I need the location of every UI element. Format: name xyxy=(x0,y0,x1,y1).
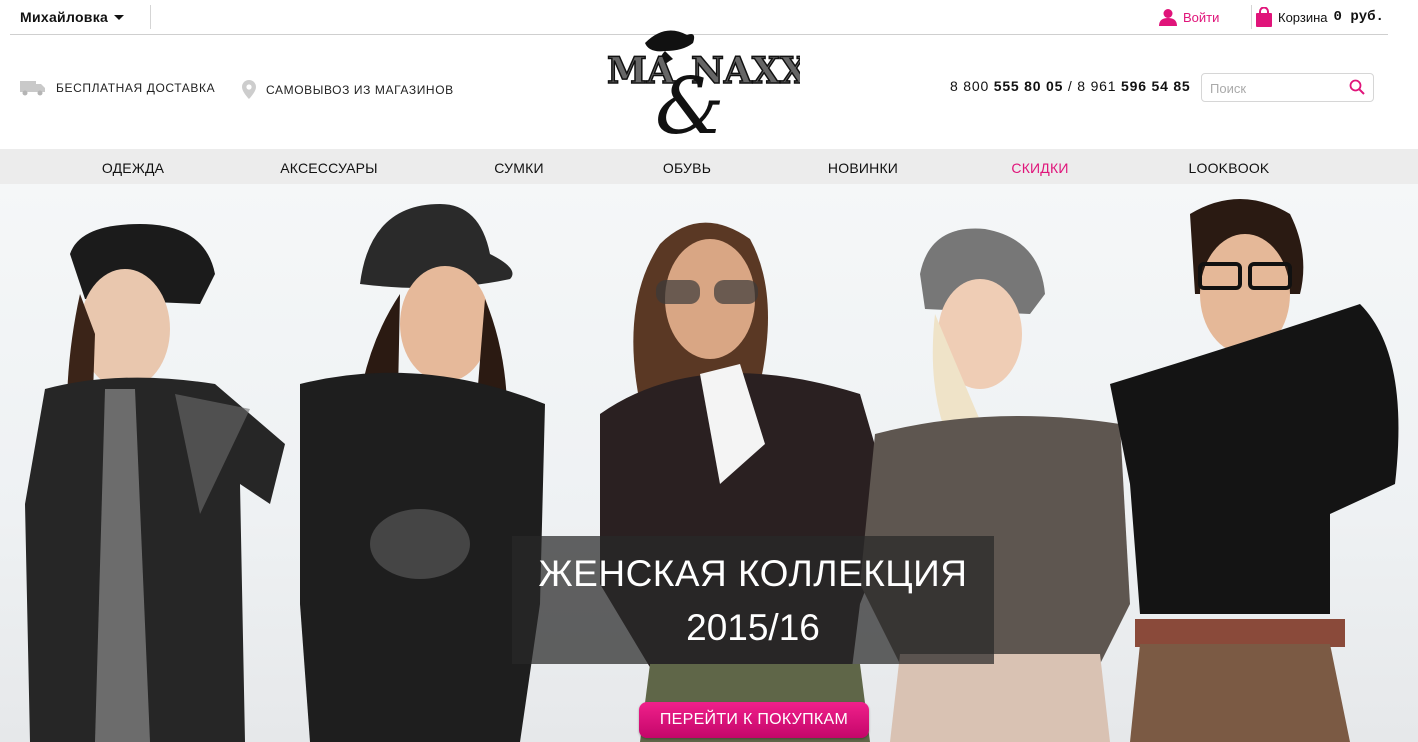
shopping-bag-icon xyxy=(1256,7,1272,27)
phone2-number[interactable]: 596 54 85 xyxy=(1121,78,1190,94)
nav-item-accessories[interactable]: АКСЕССУАРЫ xyxy=(280,160,378,176)
search-input[interactable] xyxy=(1210,80,1340,97)
nav-item-bags[interactable]: СУМКИ xyxy=(494,160,543,176)
search-button[interactable] xyxy=(1349,79,1365,100)
hero-title-line2: 2015/16 xyxy=(686,607,820,648)
nav-item-sale[interactable]: СКИДКИ xyxy=(1011,160,1068,176)
location-pin-icon xyxy=(242,80,256,99)
search-box xyxy=(1201,73,1374,102)
hero-banner[interactable]: ЖЕНСКАЯ КОЛЛЕКЦИЯ 2015/16 ПЕРЕЙТИ К ПОКУ… xyxy=(0,184,1418,742)
shop-now-button[interactable]: ПЕРЕЙТИ К ПОКУПКАМ xyxy=(639,702,869,738)
brand-logo[interactable]: MA NAXX & xyxy=(605,25,809,152)
main-nav: ОДЕЖДА АКСЕССУАРЫ СУМКИ ОБУВЬ НОВИНКИ СК… xyxy=(0,149,1418,184)
model-figure xyxy=(25,224,285,742)
chevron-down-icon xyxy=(114,15,125,20)
hero-title-line1: ЖЕНСКАЯ КОЛЛЕКЦИЯ xyxy=(538,553,968,594)
phone-separator: / xyxy=(1063,78,1078,94)
phone1-number[interactable]: 555 80 05 xyxy=(994,78,1063,94)
cart-sum: 0 руб. xyxy=(1333,9,1384,25)
nav-item-lookbook[interactable]: LOOKBOOK xyxy=(1189,160,1270,176)
model-figure xyxy=(300,204,545,742)
city-label: Михайловка xyxy=(20,9,109,25)
free-delivery-label: БЕСПЛАТНАЯ ДОСТАВКА xyxy=(56,81,216,95)
phone-numbers: 8 800 555 80 05 / 8 961 596 54 85 xyxy=(950,78,1191,94)
nav-item-new[interactable]: НОВИНКИ xyxy=(828,160,898,176)
pickup-label: САМОВЫВОЗ ИЗ МАГАЗИНОВ xyxy=(266,82,454,97)
divider xyxy=(1251,5,1252,29)
login-label: Войти xyxy=(1183,9,1220,25)
login-link[interactable]: Войти xyxy=(1159,8,1219,26)
user-icon xyxy=(1159,9,1177,26)
logo-ampersand: & xyxy=(655,62,724,143)
city-selector[interactable]: Михайловка xyxy=(20,9,125,25)
pickup-info: САМОВЫВОЗ ИЗ МАГАЗИНОВ xyxy=(242,80,454,99)
phone1-prefix: 8 800 xyxy=(950,78,994,94)
model-figure xyxy=(1110,199,1399,742)
nav-item-clothing[interactable]: ОДЕЖДА xyxy=(102,160,164,176)
model-figure xyxy=(600,222,895,742)
hero-caption: ЖЕНСКАЯ КОЛЛЕКЦИЯ 2015/16 xyxy=(512,536,994,664)
header: БЕСПЛАТНАЯ ДОСТАВКА САМОВЫВОЗ ИЗ МАГАЗИН… xyxy=(0,30,1418,152)
cart-link[interactable]: Корзина 0 руб. xyxy=(1256,7,1384,27)
truck-icon xyxy=(20,81,45,96)
model-figure xyxy=(860,228,1130,742)
cart-label: Корзина xyxy=(1278,9,1328,25)
free-delivery-info: БЕСПЛАТНАЯ ДОСТАВКА xyxy=(20,80,215,96)
search-icon xyxy=(1349,79,1365,95)
divider xyxy=(150,5,151,29)
nav-item-shoes[interactable]: ОБУВЬ xyxy=(663,160,711,176)
phone2-prefix: 8 961 xyxy=(1077,78,1122,94)
